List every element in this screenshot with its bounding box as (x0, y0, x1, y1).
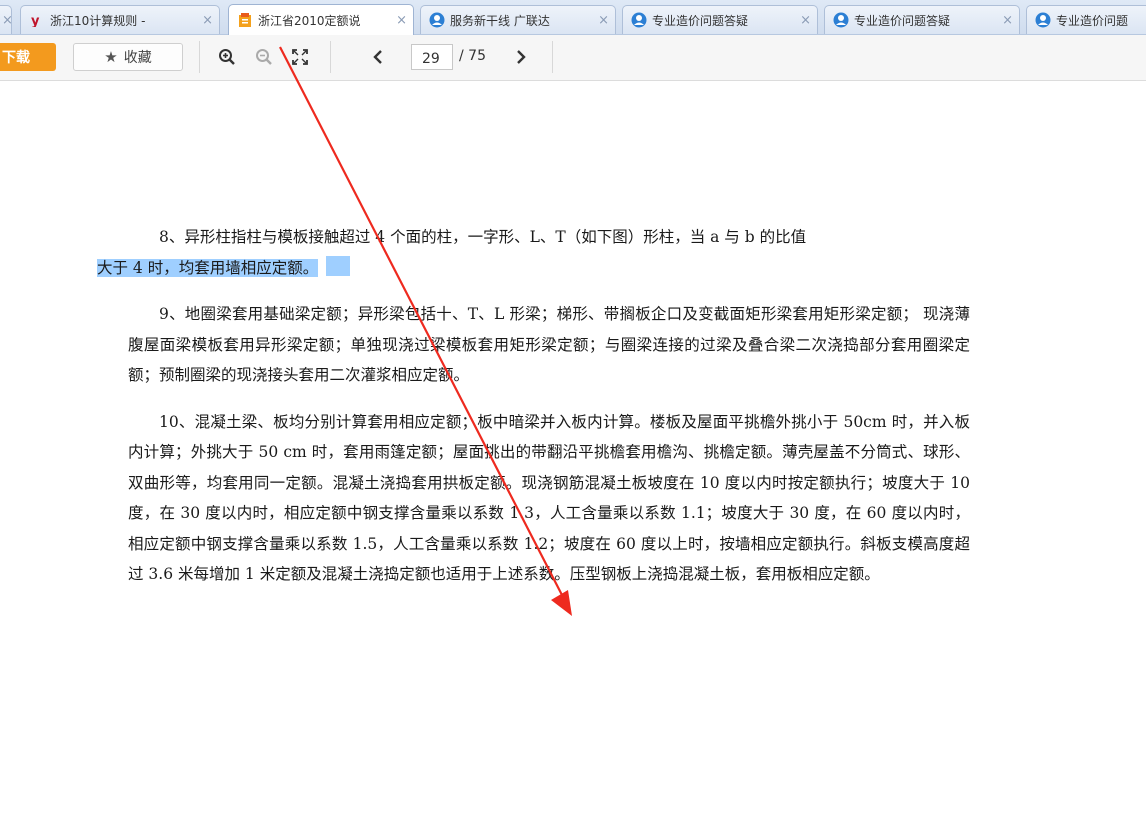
browser-tab-strip: × y 浙江10计算规则 - × 浙江省2010定额说 × 服务新干线 广联达 … (0, 0, 1146, 35)
close-icon[interactable]: × (800, 13, 811, 28)
viewer-toolbar: 下载 ★ 收藏 / 75 (0, 35, 1146, 81)
tab-title: 浙江省2010定额说 (258, 13, 361, 28)
tab-3[interactable]: 专业造价问题答疑 × (622, 5, 818, 34)
zoom-in-icon[interactable] (215, 45, 239, 69)
close-icon[interactable]: × (202, 13, 213, 28)
paragraph-10: 10、混凝土梁、板均分别计算套用相应定额；板中暗梁并入板内计算。楼板及屋面平挑檐… (128, 412, 970, 584)
close-icon[interactable]: × (396, 13, 407, 28)
toolbar-divider (552, 41, 553, 73)
paragraph-8-text: 8、异形柱指柱与模板接触超过 4 个面的柱，一字形、L、T（如下图）形柱，当 a… (159, 228, 807, 246)
document-page: 8、异形柱指柱与模板接触超过 4 个面的柱，一字形、L、T（如下图）形柱，当 a… (97, 222, 970, 606)
tab-overflow-left[interactable]: × (0, 5, 12, 34)
user-icon (833, 12, 849, 28)
toolbar-divider (330, 41, 331, 73)
selected-text: 大于 4 时，均套用墙相应定额。 (97, 258, 319, 277)
tab-title: 浙江10计算规则 - (50, 13, 146, 28)
tab-2[interactable]: 服务新干线 广联达 × (420, 5, 616, 34)
user-icon (631, 12, 647, 28)
tab-0[interactable]: y 浙江10计算规则 - × (20, 5, 220, 34)
download-button[interactable]: 下载 (0, 43, 56, 71)
collect-label: 收藏 (123, 50, 152, 66)
tab-title: 服务新干线 广联达 (450, 13, 550, 28)
tab-favicon-icon (237, 12, 253, 28)
toolbar-divider (199, 41, 200, 73)
selection-block (326, 255, 351, 276)
zoom-out-icon[interactable] (252, 45, 276, 69)
collect-button[interactable]: ★ 收藏 (73, 43, 183, 71)
svg-text:y: y (31, 14, 40, 27)
tab-title: 专业造价问题 (1056, 13, 1129, 28)
user-icon (1035, 12, 1051, 28)
tab-5[interactable]: 专业造价问题 (1026, 5, 1146, 34)
close-icon[interactable]: × (1002, 13, 1013, 28)
user-icon (429, 12, 445, 28)
close-icon[interactable]: × (598, 13, 609, 28)
paragraph-9: 9、地圈梁套用基础梁定额；异形梁包括十、T、L 形梁；梯形、带搁板企口及变截面矩… (128, 305, 970, 384)
tab-4[interactable]: 专业造价问题答疑 × (824, 5, 1020, 34)
previous-page-icon[interactable] (366, 45, 390, 69)
page-number-input[interactable] (411, 44, 453, 70)
fullscreen-icon[interactable] (288, 45, 312, 69)
tab-title: 专业造价问题答疑 (652, 13, 749, 28)
tab-1[interactable]: 浙江省2010定额说 × (228, 4, 414, 35)
paragraph-8: 8、异形柱指柱与模板接触超过 4 个面的柱，一字形、L、T（如下图）形柱，当 a… (97, 222, 970, 283)
tab-title: 专业造价问题答疑 (854, 13, 951, 28)
close-icon[interactable]: × (2, 13, 11, 28)
page-total: / 75 (459, 48, 486, 64)
star-icon: ★ (104, 48, 118, 66)
tab-favicon-icon: y (29, 12, 45, 28)
next-page-icon[interactable] (509, 45, 533, 69)
